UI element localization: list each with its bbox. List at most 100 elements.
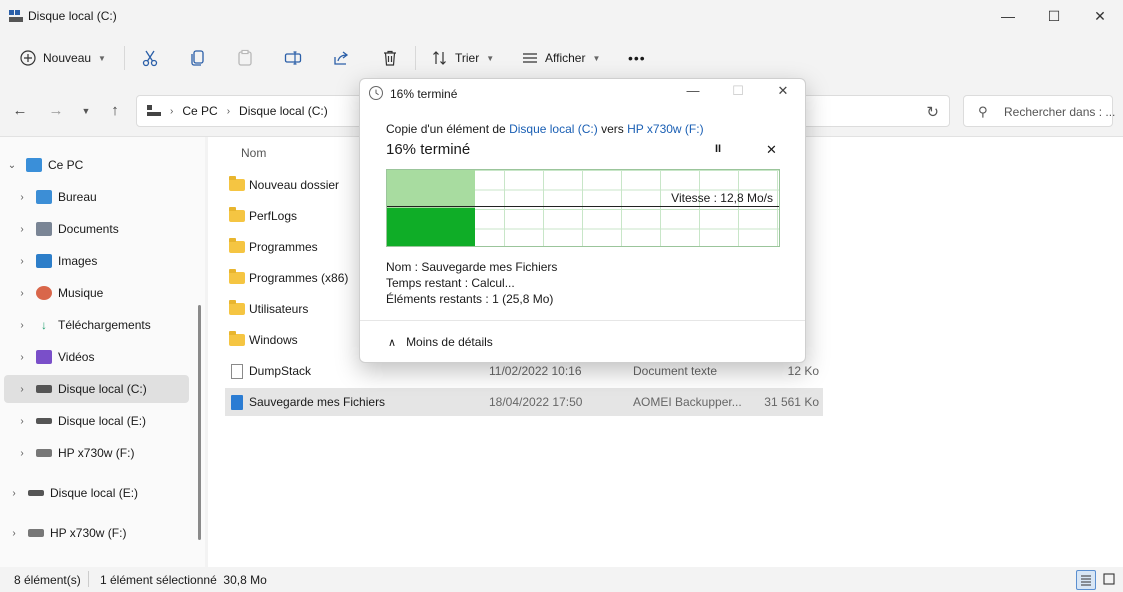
- sidebar-item-drive-e[interactable]: › Disque local (E:): [14, 407, 194, 435]
- sidebar-item-drive-f-root[interactable]: › HP x730w (F:): [6, 519, 194, 547]
- time-label: Temps restant :: [386, 276, 469, 290]
- minimize-button[interactable]: —: [985, 0, 1031, 32]
- file-name: Programmes (x86): [249, 271, 349, 285]
- forward-button[interactable]: →: [46, 101, 66, 121]
- less-details-label: Moins de détails: [406, 335, 493, 349]
- destination-link[interactable]: HP x730w (F:): [627, 122, 703, 136]
- file-name: Windows: [249, 333, 298, 347]
- chevron-right-icon: ›: [20, 287, 24, 299]
- delete-button[interactable]: [381, 44, 399, 72]
- arrow-up-icon: ↑: [111, 102, 119, 119]
- sidebar-item-documents[interactable]: › Documents: [14, 215, 194, 243]
- chevron-down-icon: ▼: [98, 53, 106, 63]
- chevron-right-icon: ›: [20, 191, 24, 203]
- search-icon: ⚲: [978, 104, 988, 119]
- paste-icon: [238, 49, 252, 66]
- sidebar-item-label: Documents: [58, 222, 119, 236]
- back-button[interactable]: ←: [10, 101, 30, 121]
- toolbar-divider: [415, 46, 416, 70]
- chevron-right-icon: ›: [20, 319, 24, 331]
- breadcrumb: › Ce PC › Disque local (C:): [147, 104, 328, 118]
- breadcrumb-item-drive-c[interactable]: Disque local (C:): [239, 104, 328, 118]
- explorer-drive-icon: [9, 10, 23, 22]
- view-label: Afficher: [545, 51, 586, 65]
- sidebar-item-label: Vidéos: [58, 350, 95, 364]
- sidebar-item-this-pc[interactable]: ⌄ Ce PC: [4, 151, 194, 179]
- list-item-selected[interactable]: Sauvegarde mes Fichiers 18/04/2022 17:50…: [225, 388, 823, 416]
- copy-description: Copie d'un élément de Disque local (C:) …: [386, 122, 704, 136]
- pause-button[interactable]: II: [715, 143, 721, 155]
- rename-button[interactable]: [284, 44, 302, 72]
- column-header-name[interactable]: Nom: [241, 146, 266, 160]
- drive-icon: [28, 490, 44, 496]
- tiles-view-button[interactable]: [1100, 570, 1120, 590]
- view-list-icon: [523, 53, 537, 63]
- cut-button[interactable]: [141, 44, 159, 72]
- dialog-divider: [360, 320, 805, 321]
- file-name: Programmes: [249, 240, 318, 254]
- sidebar-item-drive-c[interactable]: › Disque local (C:): [4, 375, 189, 403]
- toolbar-divider: [124, 46, 125, 70]
- minimize-icon: —: [1001, 8, 1015, 24]
- dialog-close-button[interactable]: ✕: [763, 83, 803, 103]
- refresh-icon: ↻: [926, 104, 939, 121]
- sidebar-item-label: Disque local (E:): [58, 414, 147, 428]
- chevron-right-icon: ›: [20, 351, 24, 363]
- usb-drive-icon: [36, 449, 52, 457]
- refresh-button[interactable]: ↻: [926, 103, 939, 121]
- arrow-right-icon: →: [48, 102, 64, 119]
- chevron-right-icon: ›: [20, 415, 24, 427]
- dialog-minimize-button[interactable]: —: [673, 83, 713, 103]
- sidebar-item-label: HP x730w (F:): [50, 526, 127, 540]
- folder-icon: [229, 331, 245, 346]
- folder-icon: [229, 207, 245, 222]
- search-input[interactable]: ⚲ Rechercher dans : ...: [963, 95, 1116, 127]
- trash-icon: [384, 50, 396, 66]
- sidebar-item-label: Images: [58, 254, 98, 268]
- file-name: Utilisateurs: [249, 302, 309, 316]
- share-button[interactable]: [332, 44, 350, 72]
- usb-drive-icon: [28, 529, 44, 537]
- pc-icon: [26, 158, 42, 172]
- less-details-button[interactable]: ∧ Moins de détails: [388, 335, 493, 349]
- progress-fill-light: [387, 170, 475, 208]
- breadcrumb-item-this-pc[interactable]: Ce PC: [182, 104, 217, 118]
- more-options-button[interactable]: •••: [628, 44, 646, 72]
- chevron-right-icon: ›: [12, 527, 16, 539]
- speed-line: [387, 206, 779, 207]
- search-placeholder: Rechercher dans : ...: [1004, 105, 1116, 119]
- images-icon: [36, 254, 52, 268]
- up-button[interactable]: ↑: [105, 101, 125, 121]
- sidebar-item-music[interactable]: › Musique: [14, 279, 194, 307]
- view-button[interactable]: Afficher ▼: [522, 44, 600, 72]
- sidebar-item-desktop[interactable]: › Bureau: [14, 183, 194, 211]
- close-button[interactable]: ✕: [1077, 0, 1123, 32]
- sidebar-item-drive-f[interactable]: › HP x730w (F:): [14, 439, 194, 467]
- sidebar-scrollbar[interactable]: [198, 305, 201, 540]
- sidebar-item-downloads[interactable]: › ↓ Téléchargements: [14, 311, 194, 339]
- item-count: 8 élément(s): [14, 573, 81, 587]
- details-view-button[interactable]: [1076, 570, 1096, 590]
- desktop-icon: [36, 190, 52, 204]
- copy-button[interactable]: [189, 44, 207, 72]
- chevron-right-icon: ›: [20, 447, 24, 459]
- paste-button[interactable]: [236, 44, 254, 72]
- file-type: AOMEI Backupper...: [633, 395, 742, 409]
- time-value: Calcul...: [471, 276, 515, 290]
- folder-icon: [229, 176, 245, 191]
- clock-icon: [369, 86, 383, 100]
- maximize-button[interactable]: ☐: [1031, 0, 1077, 32]
- dialog-maximize-button[interactable]: ☐: [718, 83, 758, 103]
- sidebar-item-videos[interactable]: › Vidéos: [14, 343, 194, 371]
- source-link[interactable]: Disque local (C:): [509, 122, 598, 136]
- plus-circle-icon: [20, 50, 36, 66]
- sidebar-item-images[interactable]: › Images: [14, 247, 194, 275]
- new-button[interactable]: Nouveau ▼: [20, 44, 106, 72]
- progress-fill: [387, 208, 475, 246]
- file-name: DumpStack: [249, 364, 312, 378]
- recent-locations-button[interactable]: ▼: [76, 101, 96, 121]
- folder-icon: [229, 300, 245, 315]
- cancel-copy-button[interactable]: ✕: [766, 142, 777, 158]
- sort-button[interactable]: Trier ▼: [432, 44, 494, 72]
- sidebar-item-drive-e-root[interactable]: › Disque local (E:): [6, 479, 194, 507]
